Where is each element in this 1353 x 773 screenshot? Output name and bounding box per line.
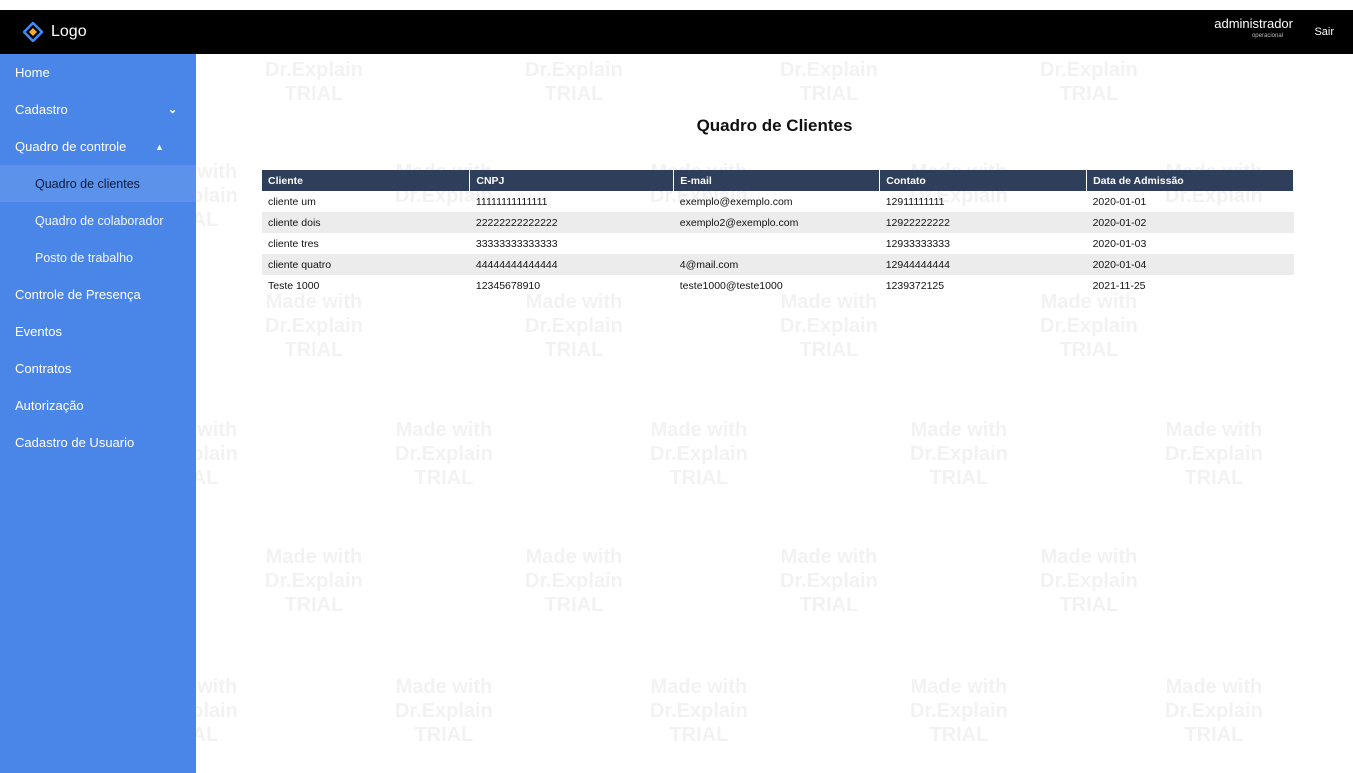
table-header-row: Cliente CNPJ E-mail Contato Data de Admi…: [262, 170, 1294, 191]
sidebar-item-label: Cadastro: [15, 102, 68, 117]
sidebar-item-quadro-de-controle[interactable]: Quadro de controle ▲: [0, 128, 196, 165]
sidebar-item-home[interactable]: Home: [0, 54, 196, 91]
cell-data-admissao: 2021-11-25: [1092, 279, 1146, 292]
sidebar-item-label: Contratos: [15, 361, 72, 376]
sidebar-item-label: Quadro de controle: [15, 139, 127, 154]
user-role: operacional: [1251, 33, 1283, 39]
chevron-down-icon: ⌄: [168, 104, 178, 116]
cell-cliente: Teste 1000: [268, 279, 320, 292]
user-name: administrador: [1214, 16, 1293, 31]
cell-cnpj: 11111111111111: [475, 195, 548, 208]
cell-cliente: cliente um: [268, 195, 316, 208]
column-header-data-admissao[interactable]: Data de Admissão: [1086, 170, 1294, 191]
sidebar-item-quadro-de-clientes[interactable]: Quadro de clientes: [0, 165, 196, 202]
column-header-contato[interactable]: Contato: [879, 170, 1088, 191]
sidebar-item-contratos[interactable]: Contratos: [0, 350, 196, 387]
column-header-email[interactable]: E-mail: [673, 170, 881, 191]
table-row[interactable]: cliente quatro 44444444444444 4@mail.com…: [262, 254, 1294, 275]
sidebar: Home Cadastro ⌄ Quadro de controle ▲ Qua…: [0, 54, 196, 773]
clients-table: Cliente CNPJ E-mail Contato Data de Admi…: [262, 170, 1294, 296]
table-row[interactable]: Teste 1000 12345678910 teste1000@teste10…: [262, 275, 1294, 296]
sidebar-item-controle-de-presenca[interactable]: Controle de Presença: [0, 276, 196, 313]
sidebar-item-label: Cadastro de Usuario: [15, 435, 135, 450]
sidebar-item-label: Eventos: [15, 324, 62, 339]
logo[interactable]: Logo: [23, 22, 87, 42]
cell-cnpj: 44444444444444: [469, 254, 674, 275]
cell-cliente: cliente quatro: [262, 254, 470, 275]
cell-cliente: cliente dois: [262, 212, 470, 233]
cell-contato: 12911111111: [885, 195, 945, 208]
page-title: Quadro de Clientes: [696, 116, 853, 135]
sidebar-item-cadastro-de-usuario[interactable]: Cadastro de Usuario: [0, 424, 196, 461]
cell-data-admissao: 2020-01-03: [1092, 237, 1147, 250]
sidebar-item-label: Autorização: [15, 398, 84, 413]
sidebar-item-quadro-de-colaborador[interactable]: Quadro de colaborador: [0, 202, 196, 239]
cell-cnpj: 12345678910: [475, 279, 541, 292]
cell-data-admissao: 2020-01-02: [1086, 212, 1294, 233]
cell-contato: 12933333333: [885, 237, 950, 250]
top-bar: Logo administrador operacional Sair: [0, 10, 1353, 54]
sidebar-item-label: Posto de trabalho: [35, 250, 133, 265]
cell-email: [674, 233, 880, 254]
chevron-up-icon: ▲: [155, 141, 164, 152]
sidebar-item-label: Home: [15, 65, 50, 80]
cell-data-admissao: 2020-01-04: [1086, 254, 1294, 275]
column-header-cliente[interactable]: Cliente: [262, 170, 471, 191]
cell-data-admissao: 2020-01-01: [1092, 195, 1147, 208]
sidebar-item-label: Quadro de clientes: [35, 176, 140, 191]
cell-email: exemplo@exemplo.com: [679, 195, 793, 208]
cell-contato: 1239372125: [885, 279, 945, 292]
sidebar-item-label: Quadro de colaborador: [35, 213, 164, 228]
column-header-cnpj[interactable]: CNPJ: [469, 170, 675, 191]
cell-email: teste1000@teste1000: [679, 279, 783, 292]
cell-contato: 12944444444: [879, 254, 1087, 275]
table-row[interactable]: cliente um 11111111111111 exemplo@exempl…: [262, 191, 1294, 212]
diamond-logo-icon: [23, 22, 43, 42]
cell-cnpj: 33333333333333: [475, 237, 558, 250]
cell-cliente: cliente tres: [268, 237, 319, 250]
cell-email: exemplo2@exemplo.com: [673, 212, 880, 233]
sidebar-item-cadastro[interactable]: Cadastro ⌄: [0, 91, 196, 128]
sidebar-item-label: Controle de Presença: [15, 287, 141, 302]
sidebar-item-eventos[interactable]: Eventos: [0, 313, 196, 350]
table-row[interactable]: cliente tres 33333333333333 12933333333 …: [262, 233, 1294, 254]
cell-email: 4@mail.com: [673, 254, 880, 275]
logout-button[interactable]: Sair: [1314, 26, 1334, 38]
sidebar-item-posto-de-trabalho[interactable]: Posto de trabalho: [0, 239, 196, 276]
sidebar-item-autorizacao[interactable]: Autorização: [0, 387, 196, 424]
main-content: Quadro de Clientes Cliente CNPJ E-mail C…: [196, 54, 1353, 773]
user-info: administrador operacional: [1214, 16, 1293, 39]
logo-text: Logo: [51, 23, 87, 40]
table-row[interactable]: cliente dois 22222222222222 exemplo2@exe…: [262, 212, 1294, 233]
cell-contato: 12922222222: [879, 212, 1087, 233]
cell-cnpj: 22222222222222: [469, 212, 674, 233]
